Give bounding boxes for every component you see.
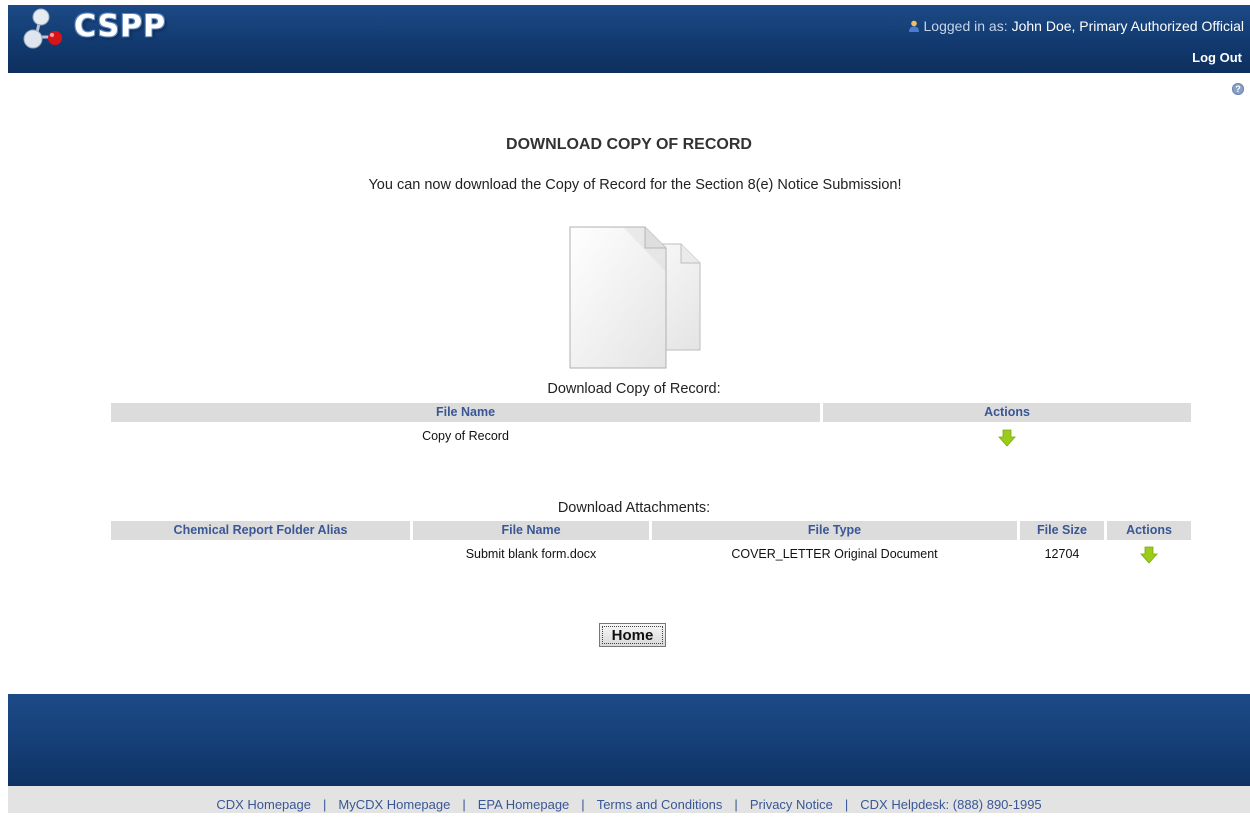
cspp-logo[interactable]: CSPP — [22, 8, 192, 49]
footer-separator: | — [322, 797, 327, 812]
attachments-caption: Download Attachments: — [557, 500, 711, 516]
column-header-file-name: File Name — [111, 403, 820, 422]
home-button[interactable]: Home — [599, 623, 666, 647]
column-header-actions: Actions — [1107, 521, 1191, 540]
logo-text: CSPP — [74, 9, 167, 44]
logout-link[interactable]: Log Out — [1192, 50, 1242, 65]
app-header: CSPP Logged in as: John Doe, Primary Aut… — [8, 5, 1250, 73]
footer-link-terms[interactable]: Terms and Conditions — [597, 797, 723, 812]
user-icon — [908, 20, 919, 32]
column-header-folder-alias: Chemical Report Folder Alias — [111, 521, 410, 540]
footer-link-cdx-homepage[interactable]: CDX Homepage — [216, 797, 311, 812]
attachment-file-type-cell: COVER_LETTER Original Document — [731, 547, 938, 561]
documents-icon — [569, 226, 701, 369]
logged-in-info: Logged in as: John Doe, Primary Authoriz… — [908, 18, 1244, 34]
logged-in-label: Logged in as: — [923, 18, 1008, 34]
download-arrow-icon[interactable] — [1140, 546, 1158, 564]
column-header-file-name: File Name — [413, 521, 649, 540]
file-name-cell: Copy of Record — [422, 429, 509, 443]
footer-separator: | — [581, 797, 585, 812]
user-name: John Doe, Primary Authorized Official — [1011, 18, 1244, 34]
footer-link-mycdx-homepage[interactable]: MyCDX Homepage — [338, 797, 450, 812]
footer-separator: | — [844, 797, 849, 812]
footer-link-privacy[interactable]: Privacy Notice — [750, 797, 833, 812]
footer-link-helpdesk[interactable]: CDX Helpdesk: (888) 890-1995 — [860, 797, 1041, 812]
column-header-file-type: File Type — [652, 521, 1017, 540]
footer-separator: | — [734, 797, 738, 812]
footer-separator: | — [462, 797, 466, 812]
attachment-file-size-cell: 12704 — [1044, 547, 1080, 561]
column-header-actions: Actions — [823, 403, 1191, 422]
download-arrow-icon[interactable] — [998, 429, 1016, 447]
footer-band — [8, 694, 1250, 786]
column-header-file-size: File Size — [1020, 521, 1104, 540]
footer-links: CDX Homepage | MyCDX Homepage | EPA Homepage… — [8, 786, 1250, 813]
intro-text: You can now download the Copy of Record … — [368, 177, 902, 193]
footer-link-epa-homepage[interactable]: EPA Homepage — [478, 797, 570, 812]
help-icon[interactable]: ? — [1232, 83, 1244, 95]
attachment-file-name-cell: Submit blank form.docx — [465, 547, 597, 561]
copy-of-record-caption: Download Copy of Record: — [547, 381, 721, 397]
page-title: DOWNLOAD COPY OF RECORD — [506, 136, 752, 153]
molecule-icon — [23, 8, 62, 49]
